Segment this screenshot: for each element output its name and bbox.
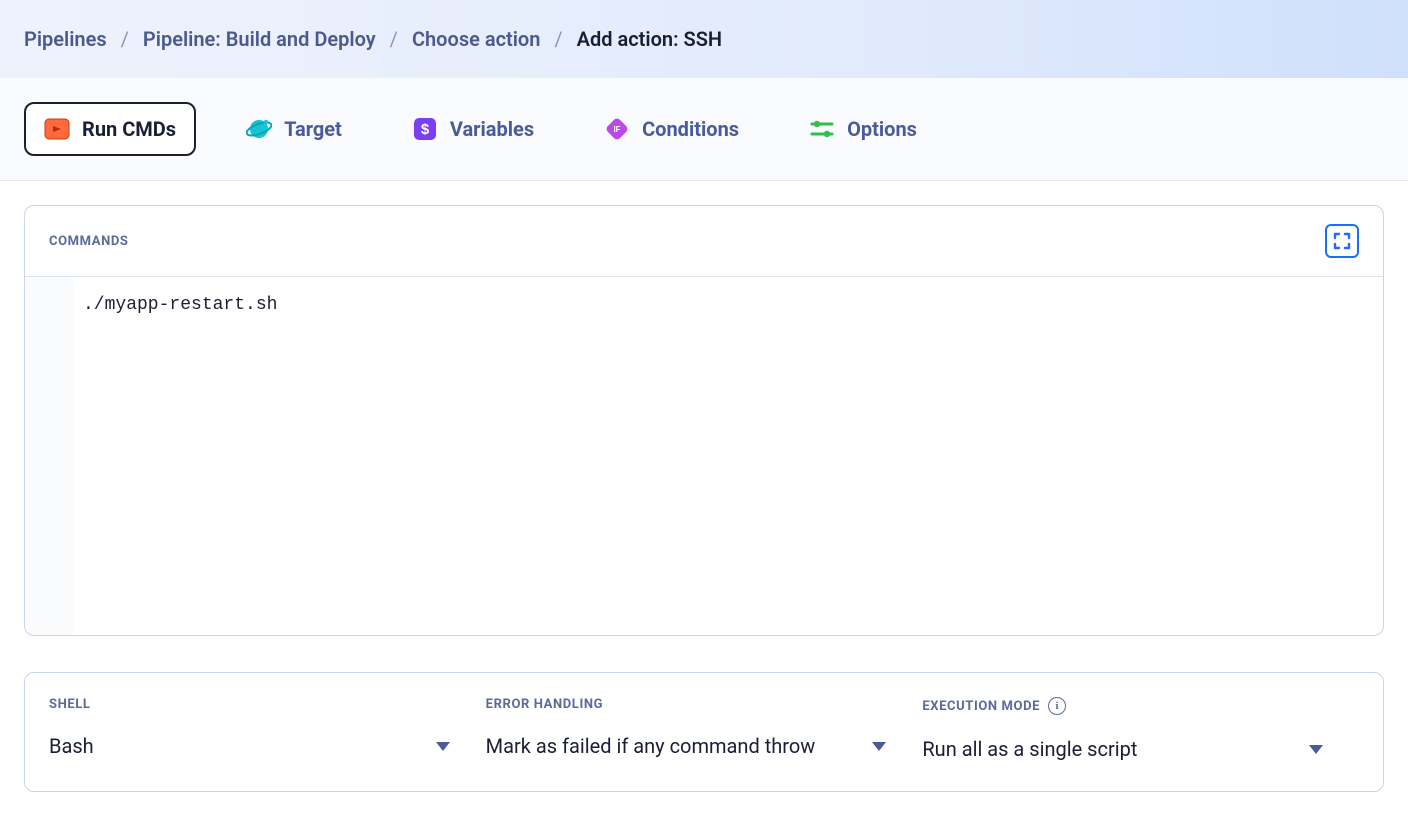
shell-label: SHELL: [49, 697, 91, 712]
commands-card: COMMANDS ./myapp-restart.sh: [24, 205, 1384, 636]
tab-conditions[interactable]: IF Conditions: [584, 102, 759, 156]
breadcrumb-sep: /: [121, 27, 129, 51]
error-handling-select[interactable]: Mark as failed if any command throw: [486, 734, 899, 758]
dollar-box-icon: $: [412, 116, 438, 142]
error-handling-value: Mark as failed if any command throw: [486, 734, 816, 758]
tab-label: Options: [847, 117, 917, 141]
page-header: Pipelines / Pipeline: Build and Deploy /…: [0, 0, 1408, 78]
fullscreen-icon: [1332, 231, 1352, 251]
shell-value: Bash: [49, 734, 94, 758]
svg-text:$: $: [421, 121, 430, 138]
tab-label: Conditions: [642, 117, 739, 141]
breadcrumb-current: Add action: SSH: [577, 27, 722, 51]
code-editor[interactable]: ./myapp-restart.sh: [73, 277, 1383, 635]
code-gutter: [25, 277, 73, 635]
chevron-down-icon: [1309, 745, 1323, 754]
commands-label: COMMANDS: [49, 234, 129, 249]
tabnav: Run CMDs Target $ Variables: [24, 102, 1384, 156]
error-handling-column: ERROR HANDLING Mark as failed if any com…: [486, 697, 923, 761]
tab-label: Run CMDs: [82, 117, 176, 141]
tab-label: Variables: [450, 117, 534, 141]
breadcrumb: Pipelines / Pipeline: Build and Deploy /…: [24, 27, 722, 51]
shell-select[interactable]: Bash: [49, 734, 462, 758]
chevron-down-icon: [436, 742, 450, 751]
breadcrumb-choose-action[interactable]: Choose action: [412, 27, 540, 51]
main-content: COMMANDS ./myapp-restart.sh SHELL Bash: [0, 181, 1408, 816]
tab-label: Target: [284, 117, 342, 141]
terminal-icon: [44, 116, 70, 142]
execution-mode-column: EXECUTION MODE i Run all as a single scr…: [922, 697, 1359, 761]
chevron-down-icon: [872, 742, 886, 751]
execution-mode-value: Run all as a single script: [922, 737, 1137, 761]
breadcrumb-pipeline-build-deploy[interactable]: Pipeline: Build and Deploy: [143, 27, 376, 51]
expand-button[interactable]: [1325, 224, 1359, 258]
info-icon[interactable]: i: [1048, 697, 1066, 715]
breadcrumb-pipelines[interactable]: Pipelines: [24, 27, 107, 51]
execution-mode-label: EXECUTION MODE: [922, 699, 1040, 714]
breadcrumb-sep: /: [554, 27, 562, 51]
tab-target[interactable]: Target: [226, 102, 362, 156]
tab-variables[interactable]: $ Variables: [392, 102, 554, 156]
sliders-icon: [809, 116, 835, 142]
if-diamond-icon: IF: [604, 116, 630, 142]
execution-mode-select[interactable]: Run all as a single script: [922, 737, 1335, 761]
shell-column: SHELL Bash: [49, 697, 486, 761]
error-handling-label: ERROR HANDLING: [486, 697, 603, 712]
breadcrumb-sep: /: [390, 27, 398, 51]
code-area: ./myapp-restart.sh: [25, 277, 1383, 635]
svg-text:IF: IF: [614, 125, 621, 134]
planet-icon: [246, 116, 272, 142]
commands-header: COMMANDS: [25, 206, 1383, 277]
tab-options[interactable]: Options: [789, 102, 937, 156]
settings-card: SHELL Bash ERROR HANDLING Mark as failed…: [24, 672, 1384, 792]
tabnav-container: Run CMDs Target $ Variables: [0, 78, 1408, 181]
tab-run-cmds[interactable]: Run CMDs: [24, 102, 196, 156]
